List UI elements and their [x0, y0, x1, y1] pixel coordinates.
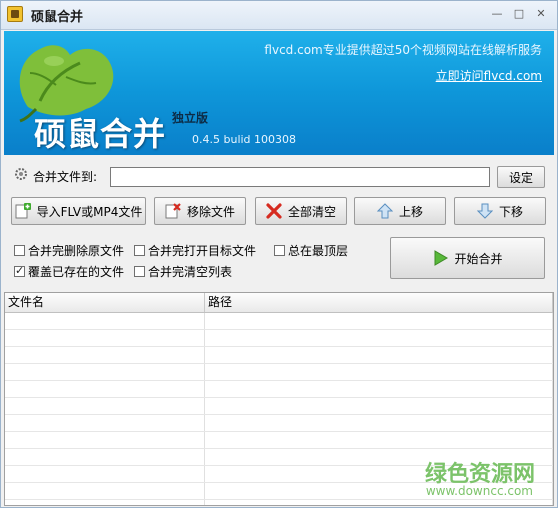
remove-file-icon [165, 203, 181, 219]
table-cell [205, 347, 553, 363]
column-header-path[interactable]: 路径 [205, 293, 553, 312]
set-button[interactable]: 设定 [497, 166, 545, 188]
gear-icon [15, 168, 27, 180]
close-icon[interactable]: ✕ [533, 7, 549, 21]
app-icon [7, 6, 23, 22]
import-button[interactable]: 导入FLV或MP4文件 [11, 197, 146, 225]
option-clear-list[interactable]: 合并完清空列表 [134, 263, 232, 280]
table-cell [5, 449, 205, 465]
table-row[interactable] [5, 398, 553, 415]
table-cell [205, 415, 553, 431]
column-header-filename[interactable]: 文件名 [5, 293, 205, 312]
table-cell [205, 381, 553, 397]
maximize-icon[interactable]: □ [511, 7, 527, 21]
table-row[interactable] [5, 313, 553, 330]
move-up-button[interactable]: 上移 [354, 197, 446, 225]
checkbox[interactable] [134, 245, 145, 256]
checkbox[interactable] [134, 266, 145, 277]
option-label: 总在最顶层 [288, 244, 349, 258]
option-always-on-top[interactable]: 总在最顶层 [274, 242, 348, 259]
move-down-button[interactable]: 下移 [454, 197, 546, 225]
table-cell [205, 364, 553, 380]
table-row[interactable] [5, 347, 553, 364]
table-cell [5, 364, 205, 380]
option-label: 覆盖已存在的文件 [28, 265, 125, 279]
remove-label: 移除文件 [186, 204, 235, 219]
table-cell [5, 500, 205, 505]
play-icon [434, 250, 449, 266]
table-cell [5, 415, 205, 431]
clear-x-icon [266, 203, 282, 219]
table-cell [205, 398, 553, 414]
table-cell [5, 381, 205, 397]
table-header: 文件名 路径 [5, 293, 553, 313]
table-cell [5, 313, 205, 329]
brand-title: 硕鼠合并 [34, 115, 167, 153]
banner: flvcd.com专业提供超过50个视频网站在线解析服务 立即访问flvcd.c… [4, 31, 554, 155]
checkbox[interactable] [274, 245, 285, 256]
import-label: 导入FLV或MP4文件 [36, 204, 143, 219]
window-title: 硕鼠合并 [31, 10, 84, 25]
minimize-icon[interactable]: — [489, 7, 505, 21]
option-label: 合并完清空列表 [148, 265, 233, 279]
checkbox[interactable] [14, 245, 25, 256]
option-overwrite-existing[interactable]: 覆盖已存在的文件 [14, 263, 124, 280]
table-cell [205, 313, 553, 329]
option-label: 合并完打开目标文件 [148, 244, 257, 258]
option-open-target[interactable]: 合并完打开目标文件 [134, 242, 256, 259]
table-row[interactable] [5, 381, 553, 398]
table-row[interactable] [5, 432, 553, 449]
table-cell [205, 432, 553, 448]
visit-flvcd-link[interactable]: 立即访问flvcd.com [436, 67, 542, 84]
merge-to-label: 合并文件到: [33, 170, 98, 184]
table-cell [5, 347, 205, 363]
merge-target-input[interactable] [110, 167, 490, 187]
app-window: 硕鼠合并 — □ ✕ flvcd.com专业提供超过50个视频网站在线解析服务 … [0, 0, 558, 508]
table-cell [5, 466, 205, 482]
table-row[interactable] [5, 415, 553, 432]
clear-label: 全部清空 [287, 204, 336, 219]
banner-slogan: flvcd.com专业提供超过50个视频网站在线解析服务 [264, 43, 542, 57]
clear-all-button[interactable]: 全部清空 [255, 197, 347, 225]
table-cell [5, 398, 205, 414]
down-label: 下移 [498, 204, 523, 219]
option-delete-source[interactable]: 合并完删除原文件 [14, 242, 124, 259]
checkbox-checked[interactable] [14, 264, 25, 277]
add-file-icon [15, 203, 31, 219]
arrow-down-icon [476, 203, 493, 219]
option-label: 合并完删除原文件 [28, 244, 125, 258]
title-bar: 硕鼠合并 — □ ✕ [1, 1, 557, 30]
table-cell [5, 432, 205, 448]
arrow-up-icon [376, 203, 393, 219]
table-row[interactable] [5, 500, 553, 505]
edition-label: 独立版 [172, 111, 209, 125]
table-cell [5, 330, 205, 346]
watermark-url: www.downcc.com [425, 484, 533, 498]
start-merge-label: 开始合并 [454, 251, 503, 266]
table-cell [5, 483, 205, 499]
remove-file-button[interactable]: 移除文件 [154, 197, 246, 225]
table-row[interactable] [5, 364, 553, 381]
table-cell [205, 500, 553, 505]
start-merge-button[interactable]: 开始合并 [390, 237, 545, 279]
table-row[interactable] [5, 330, 553, 347]
table-cell [205, 330, 553, 346]
up-label: 上移 [398, 204, 423, 219]
version-label: 0.4.5 bulid 100308 [192, 133, 297, 146]
